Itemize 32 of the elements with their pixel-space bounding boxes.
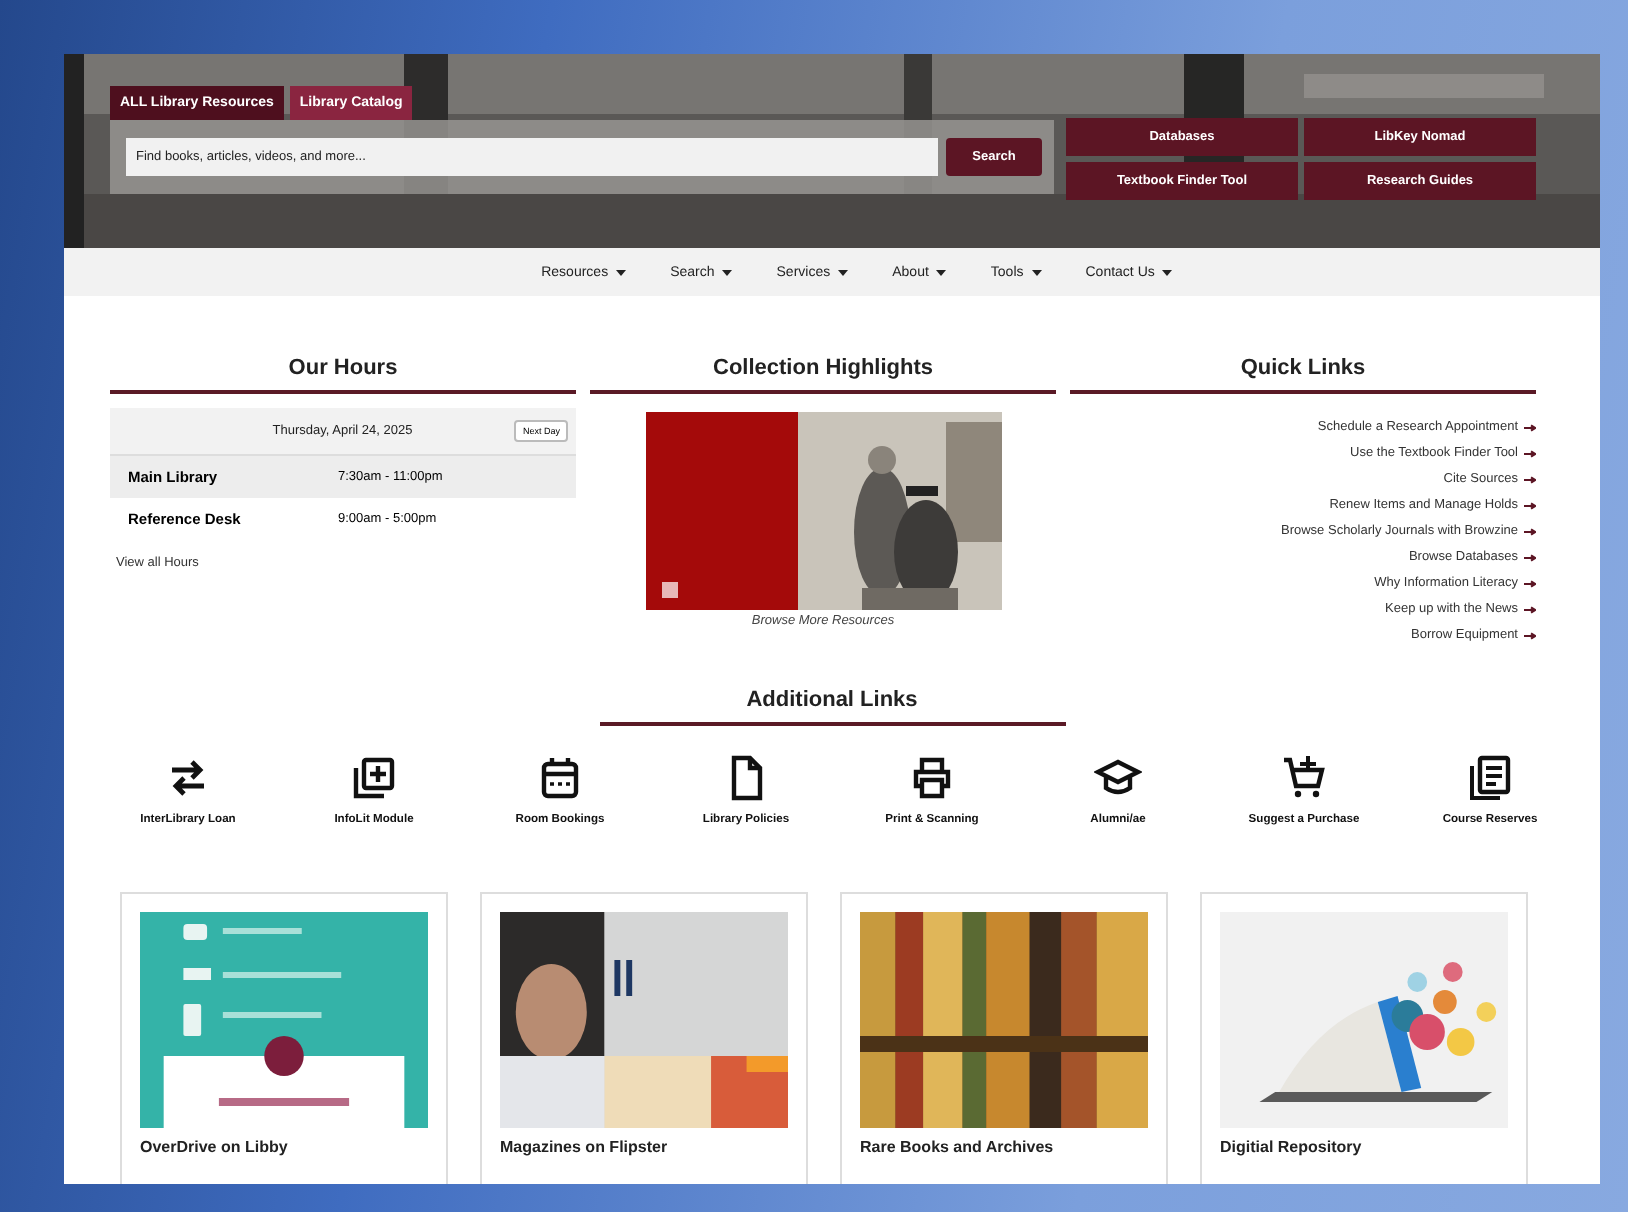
list-document-icon [1466,754,1514,802]
caret-icon [1162,269,1173,275]
card-title: OverDrive on Libby [140,1138,290,1156]
arrow-icon [1524,631,1536,639]
calendar-icon [536,754,584,802]
caret-icon [722,269,733,275]
section-heading: Additional Links [599,688,1065,726]
resource-card[interactable]: Rare Books and Archives [840,892,1168,1184]
arrow-icon [1524,579,1536,587]
card-title: Rare Books and Archives [860,1138,1056,1156]
section-heading: Quick Links [1070,356,1536,394]
arrow-icon [1524,553,1536,561]
card-title: Digitial Repository [1220,1138,1364,1156]
section-heading: Collection Highlights [590,356,1056,394]
caret-icon [838,269,849,275]
add-square-icon [350,754,398,802]
arrow-icon [1524,527,1536,535]
resource-card[interactable]: OverDrive on Libby [120,892,448,1184]
arrow-icon [1524,475,1536,483]
resource-card[interactable]: Digitial Repository [1200,892,1528,1184]
section-heading: Our Hours [110,356,576,394]
arrow-icon [1524,449,1536,457]
cart-plus-icon [1280,754,1328,802]
caret-icon [936,269,947,275]
printer-icon [908,754,956,802]
caret-icon [1031,269,1042,275]
resource-card[interactable]: Magazines on Flipster [480,892,808,1184]
arrow-icon [1524,501,1536,509]
caret-icon [616,269,627,275]
arrow-icon [1524,423,1536,431]
arrow-icon [1524,605,1536,613]
card-title: Magazines on Flipster [500,1138,670,1156]
